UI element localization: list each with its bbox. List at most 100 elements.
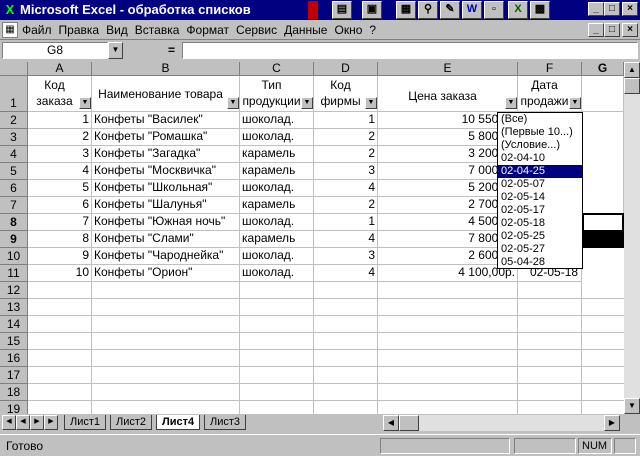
row-header[interactable]: 2 (0, 112, 28, 129)
scroll-up-icon[interactable]: ▲ (624, 62, 640, 78)
scroll-left-icon[interactable]: ◀ (383, 415, 399, 431)
filter-f-dropdown-icon[interactable]: ▼ (569, 97, 581, 109)
cell-product-type[interactable]: карамель (240, 231, 314, 248)
menu-tools[interactable]: Сервис (236, 23, 277, 37)
col-header-e[interactable]: E (378, 62, 518, 76)
cell-company-code[interactable]: 1 (314, 214, 378, 231)
cell-product-name[interactable]: Конфеты "Москвичка" (92, 163, 240, 180)
cell-order-code[interactable]: 7 (28, 214, 92, 231)
doc-minimize-button[interactable]: _ (588, 23, 604, 37)
menu-data[interactable]: Данные (284, 23, 327, 37)
filter-option-top10[interactable]: (Первые 10...) (498, 126, 582, 139)
workbook-icon[interactable]: ▦ (2, 22, 18, 38)
filter-b-dropdown-icon[interactable]: ▼ (227, 97, 239, 109)
cell-order-code[interactable]: 2 (28, 129, 92, 146)
cell-company-code[interactable]: 2 (314, 197, 378, 214)
filter-option-date[interactable]: 02-04-10 (498, 152, 582, 165)
col-header-f[interactable]: F (518, 62, 582, 76)
cell-product-type[interactable]: шоколад. (240, 214, 314, 231)
header-cell-product-name[interactable]: Наименование товара (92, 76, 240, 112)
doc-close-button[interactable]: × (622, 23, 638, 37)
col-header-b[interactable]: B (92, 62, 240, 76)
search-icon[interactable]: ⚲ (418, 1, 438, 19)
cell-product-type[interactable]: шоколад. (240, 180, 314, 197)
filter-option-all[interactable]: (Все) (498, 113, 582, 126)
menu-window[interactable]: Окно (334, 23, 362, 37)
minimize-button[interactable]: _ (588, 2, 604, 16)
row-header[interactable]: 6 (0, 180, 28, 197)
row-header-1[interactable]: 1 (0, 76, 28, 112)
excel-app-icon[interactable]: X (2, 2, 18, 18)
name-box-dropdown-icon[interactable]: ▼ (108, 42, 123, 59)
cell-product-name[interactable]: Конфеты "Школьная" (92, 180, 240, 197)
cell-company-code[interactable]: 2 (314, 146, 378, 163)
folder-icon[interactable]: ▫ (484, 1, 504, 19)
cell-company-code[interactable]: 4 (314, 180, 378, 197)
doc-restore-button[interactable]: □ (604, 23, 620, 37)
scroll-thumb[interactable] (624, 78, 640, 94)
filter-e-dropdown-icon[interactable]: ▼ (505, 97, 517, 109)
cell-order-code[interactable]: 4 (28, 163, 92, 180)
cell-order-code[interactable]: 6 (28, 197, 92, 214)
filter-option-date-selected[interactable]: 02-04-25 (498, 165, 582, 178)
cell-product-name[interactable]: Конфеты "Загадка" (92, 146, 240, 163)
cell-product-name[interactable]: Конфеты "Василек" (92, 112, 240, 129)
excel-x-icon[interactable]: X (508, 1, 528, 19)
cell-product-type[interactable]: карамель (240, 146, 314, 163)
cell-order-code[interactable]: 10 (28, 265, 92, 282)
cell-company-code[interactable]: 2 (314, 129, 378, 146)
filter-dropdown-list[interactable]: (Все) (Первые 10...) (Условие...) 02-04-… (497, 112, 583, 269)
sheet-tab-2[interactable]: Лист2 (110, 415, 153, 430)
cell-company-code[interactable]: 3 (314, 163, 378, 180)
row-header[interactable]: 14 (0, 316, 28, 333)
doc-icon[interactable]: ▣ (362, 1, 382, 19)
cell-order-code[interactable]: 1 (28, 112, 92, 129)
first-sheet-icon[interactable]: ◀ (2, 415, 16, 430)
screen-icon[interactable]: ▩ (530, 1, 550, 19)
row-header[interactable]: 7 (0, 197, 28, 214)
last-sheet-icon[interactable]: ▶ (44, 415, 58, 430)
cell-order-code[interactable]: 5 (28, 180, 92, 197)
row-header[interactable]: 16 (0, 350, 28, 367)
row-header[interactable]: 15 (0, 333, 28, 350)
col-header-d[interactable]: D (314, 62, 378, 76)
cell-product-type[interactable]: карамель (240, 163, 314, 180)
sheet-tab-1[interactable]: Лист1 (64, 415, 107, 430)
row-header[interactable]: 19 (0, 401, 28, 414)
active-cell-g8[interactable] (582, 213, 624, 232)
menu-help[interactable]: ? (369, 23, 376, 37)
cell-company-code[interactable]: 3 (314, 248, 378, 265)
filter-option-date[interactable]: 05-04-28 (498, 256, 582, 268)
cell-order-code[interactable]: 8 (28, 231, 92, 248)
cell-product-type[interactable]: шоколад. (240, 112, 314, 129)
cell-company-code[interactable]: 1 (314, 112, 378, 129)
cell-product-type[interactable]: шоколад. (240, 129, 314, 146)
filter-a-dropdown-icon[interactable]: ▼ (79, 97, 91, 109)
filter-option-date[interactable]: 02-05-07 (498, 178, 582, 191)
formula-equals[interactable]: = (168, 43, 175, 57)
excel-icon[interactable]: ▦ (396, 1, 416, 19)
cell-company-code[interactable]: 4 (314, 265, 378, 282)
word-icon[interactable]: W (462, 1, 482, 19)
row-header[interactable]: 11 (0, 265, 28, 282)
formula-input[interactable] (182, 42, 638, 59)
cell-product-type[interactable]: шоколад. (240, 248, 314, 265)
cell-order-code[interactable]: 9 (28, 248, 92, 265)
cell-g1[interactable] (582, 76, 624, 112)
cell-product-type[interactable]: карамель (240, 197, 314, 214)
close-button[interactable]: × (622, 2, 638, 16)
select-all-corner[interactable] (0, 62, 28, 76)
maximize-button[interactable]: □ (604, 2, 620, 16)
filter-option-date[interactable]: 02-05-25 (498, 230, 582, 243)
row-header[interactable]: 4 (0, 146, 28, 163)
sheet-tab-3[interactable]: Лист3 (204, 415, 247, 430)
row-header[interactable]: 13 (0, 299, 28, 316)
filter-option-custom[interactable]: (Условие...) (498, 139, 582, 152)
header-cell-order-price[interactable]: Цена заказа (378, 76, 518, 112)
col-header-a[interactable]: A (28, 62, 92, 76)
menu-insert[interactable]: Вставка (135, 23, 180, 37)
filter-option-date[interactable]: 02-05-18 (498, 217, 582, 230)
row-header[interactable]: 10 (0, 248, 28, 265)
cell-product-name[interactable]: Конфеты "Слами" (92, 231, 240, 248)
cell-product-name[interactable]: Конфеты "Чароднейка" (92, 248, 240, 265)
